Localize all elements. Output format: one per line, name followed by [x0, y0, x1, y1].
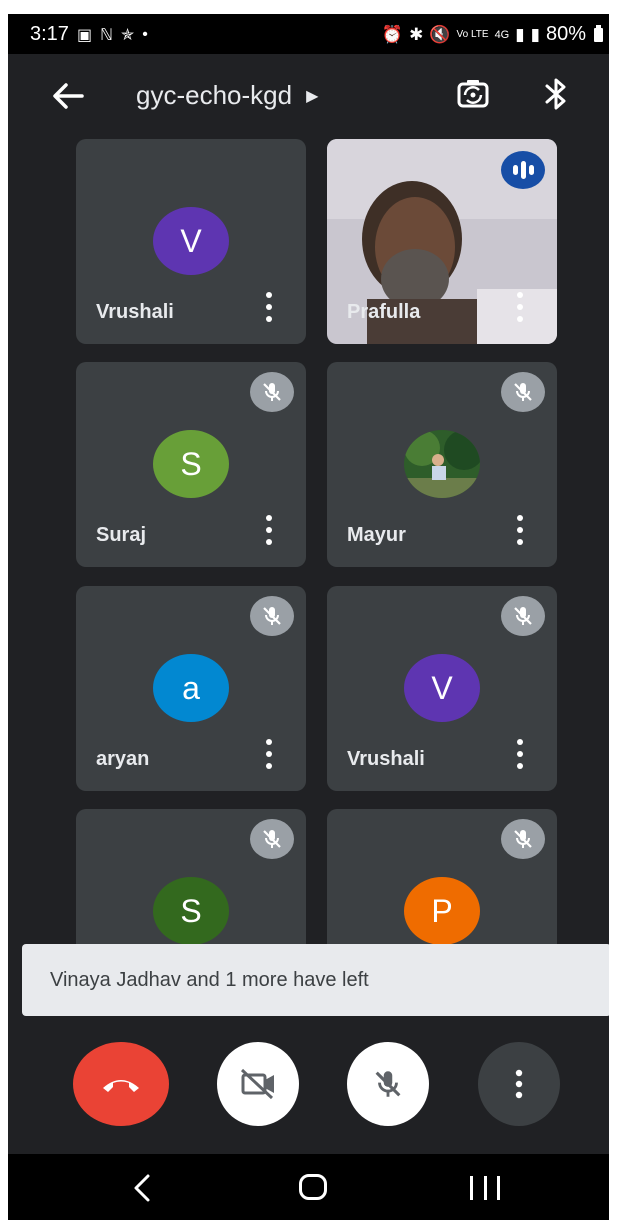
participant-name: Vrushali — [347, 748, 425, 770]
participant-name: Vrushali — [96, 301, 174, 323]
meeting-code: gyc-echo-kgd — [136, 80, 293, 110]
avatar: P — [404, 877, 480, 945]
participant-name: aryan — [96, 748, 150, 770]
more-vert-icon[interactable] — [513, 515, 527, 545]
mic-off-icon — [501, 596, 545, 636]
more-vert-icon[interactable] — [262, 515, 276, 545]
participant-tile[interactable]: Mayur — [327, 362, 557, 567]
mic-off-icon — [250, 819, 294, 859]
signal-icon-2: ▮ — [530, 24, 540, 44]
bluetooth-audio-icon[interactable] — [538, 74, 574, 114]
left-meeting-toast: Vinaya Jadhav and 1 more have left — [22, 944, 609, 1016]
meeting-top-bar: gyc-echo-kgd ▶ — [8, 54, 609, 138]
avatar: S — [153, 430, 229, 498]
mic-off-icon — [250, 596, 294, 636]
phone-screen: 3:17 ▣ ℕ ✯ • ⏰ ✱ 🔇 Vo LTE 4G ▮ ▮ 80% gyc… — [8, 14, 609, 1220]
fitness-icon: ✯ — [120, 26, 135, 44]
mic-off-icon — [250, 372, 294, 412]
system-nav-bar — [8, 1154, 609, 1220]
status-time: 3:17 — [30, 23, 69, 45]
mic-off-icon — [375, 1071, 401, 1097]
battery-level: 80% — [545, 23, 586, 45]
nav-home-icon[interactable] — [299, 1174, 327, 1200]
more-vert-icon[interactable] — [513, 739, 527, 769]
avatar: V — [404, 654, 480, 722]
participant-tile[interactable]: V Vrushali — [327, 586, 557, 791]
volte-icon: Vo LTE — [456, 29, 489, 40]
camera-toggle-button[interactable] — [217, 1042, 299, 1126]
toast-message: Vinaya Jadhav and 1 more have left — [50, 968, 369, 991]
more-options-button[interactable] — [478, 1042, 560, 1126]
mute-icon: 🔇 — [429, 24, 451, 44]
network-4g-icon: 4G — [494, 28, 510, 41]
participant-tile[interactable]: a aryan — [76, 586, 306, 791]
bluetooth-status-icon: ✱ — [409, 24, 424, 44]
status-right: ⏰ ✱ 🔇 Vo LTE 4G ▮ ▮ 80% — [382, 23, 603, 46]
status-left: 3:17 ▣ ℕ ✯ • — [30, 23, 148, 46]
back-arrow-icon[interactable] — [46, 76, 90, 116]
more-vert-icon[interactable] — [513, 292, 527, 322]
avatar: a — [153, 654, 229, 722]
n-icon: ℕ — [100, 26, 113, 44]
participant-tile-video[interactable]: Prafulla — [327, 139, 557, 344]
end-call-button[interactable] — [73, 1042, 169, 1126]
participant-tile[interactable]: S Suraj — [76, 362, 306, 567]
gallery-icon: ▣ — [76, 26, 93, 44]
caret-right-icon: ▶ — [306, 87, 319, 105]
battery-icon — [594, 24, 603, 42]
mic-off-icon — [501, 372, 545, 412]
avatar: V — [153, 207, 229, 275]
mic-toggle-button[interactable] — [347, 1042, 429, 1126]
signal-icon: ▮ — [515, 24, 525, 44]
avatar: S — [153, 877, 229, 945]
participant-name: Mayur — [347, 524, 406, 546]
dot-icon: • — [142, 25, 148, 43]
nav-back-icon[interactable] — [130, 1172, 156, 1204]
more-vert-icon — [515, 1069, 523, 1099]
participant-tile[interactable]: V Vrushali — [76, 139, 306, 344]
profile-photo-avatar — [404, 430, 480, 498]
end-call-icon — [103, 1080, 139, 1092]
participant-name: Prafulla — [347, 301, 421, 323]
speaking-indicator-icon — [501, 151, 545, 189]
camera-off-icon — [240, 1068, 274, 1100]
nav-recents-icon[interactable] — [470, 1176, 500, 1200]
switch-camera-icon[interactable] — [453, 74, 493, 114]
participant-name: Suraj — [96, 524, 147, 546]
alarm-icon: ⏰ — [381, 24, 404, 44]
status-bar: 3:17 ▣ ℕ ✯ • ⏰ ✱ 🔇 Vo LTE 4G ▮ ▮ 80% — [8, 14, 609, 54]
mic-off-icon — [501, 819, 545, 859]
more-vert-icon[interactable] — [262, 292, 276, 322]
meeting-title[interactable]: gyc-echo-kgd ▶ — [136, 80, 318, 111]
more-vert-icon[interactable] — [262, 739, 276, 769]
